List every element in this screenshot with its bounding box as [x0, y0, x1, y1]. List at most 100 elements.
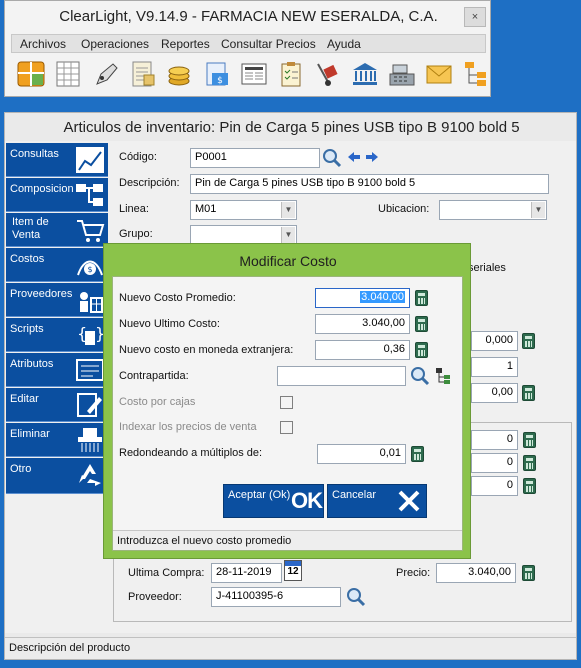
sidebar-item-costos[interactable]: Costos $ [6, 248, 108, 282]
calendar-icon[interactable]: 12 [284, 560, 302, 581]
box-field-1[interactable]: 0 [471, 430, 518, 450]
chevron-down-icon[interactable]: ▼ [281, 227, 295, 243]
cash-register-icon[interactable] [386, 58, 418, 90]
sidebar-item-proveedores[interactable]: Proveedores [6, 283, 108, 317]
grupo-select[interactable]: ▼ [190, 225, 297, 245]
ultima-compra-input[interactable]: 28-11-2019 [211, 563, 282, 583]
chevron-down-icon[interactable]: ▼ [531, 202, 545, 218]
status-text: Descripción del producto [9, 642, 131, 654]
costo-por-cajas-label: Costo por cajas [119, 396, 196, 408]
sidebar-item-editar[interactable]: Editar [6, 388, 108, 422]
cancel-button[interactable]: Cancelar [327, 484, 427, 518]
sidebar-item-label: Eliminar [10, 428, 50, 440]
box-field-2[interactable]: 0 [471, 453, 518, 473]
sidebar-item-otro[interactable]: Otro [6, 458, 108, 494]
sidebar-item-scripts[interactable]: Scripts {} [6, 318, 108, 352]
pen-icon[interactable] [90, 58, 122, 90]
menu-consultar-precios[interactable]: Consultar Precios [221, 37, 316, 51]
calculator-icon[interactable] [411, 446, 424, 462]
mail-icon[interactable] [423, 58, 455, 90]
search-icon[interactable] [321, 147, 343, 172]
app-window: ClearLight, V9.14.9 - FARMACIA NEW ESERA… [4, 0, 491, 97]
sidebar-item-label: Item de Venta [12, 216, 49, 241]
bank-icon[interactable] [349, 58, 381, 90]
right-field-1[interactable]: 0,000 [471, 331, 518, 351]
close-icon [396, 488, 422, 517]
tree-lookup-icon[interactable] [435, 367, 451, 388]
grid-icon[interactable] [52, 58, 84, 90]
spreadsheet-icon[interactable] [15, 58, 47, 90]
indexar-checkbox[interactable] [280, 421, 293, 434]
indexar-label: Indexar los precios de venta [119, 421, 257, 433]
accept-button[interactable]: Aceptar (Ok) OK [223, 484, 324, 518]
contrapartida-input[interactable] [277, 366, 406, 386]
calendar-day: 12 [287, 566, 299, 577]
newspaper-icon[interactable] [238, 58, 270, 90]
calculator-icon[interactable] [523, 455, 536, 471]
right-field-3[interactable]: 0,00 [471, 383, 518, 403]
arrow-left-icon[interactable] [347, 151, 361, 166]
dialog-status-text: Introduzca el nuevo costo promedio [117, 535, 292, 547]
coins-icon[interactable] [164, 58, 196, 90]
nuevo-costo-promedio-label: Nuevo Costo Promedio: [119, 292, 236, 304]
svg-text:$: $ [217, 76, 223, 86]
box-field-3[interactable]: 0 [471, 476, 518, 496]
right-field-2[interactable]: 1 [471, 357, 518, 377]
search-icon[interactable] [409, 365, 431, 390]
calculator-icon[interactable] [522, 565, 535, 581]
calculator-icon[interactable] [415, 290, 428, 306]
calculator-icon[interactable] [522, 385, 535, 401]
document-list-icon[interactable] [127, 58, 159, 90]
sidebar-item-consultas[interactable]: Consultas [6, 143, 108, 177]
nuevo-costo-promedio-input[interactable]: 3.040,00 [315, 288, 410, 308]
search-icon[interactable] [345, 586, 367, 611]
chevron-down-icon[interactable]: ▼ [281, 202, 295, 218]
status-bar: Descripción del producto [5, 637, 576, 659]
menu-reportes[interactable]: Reportes [161, 37, 210, 51]
precio-input[interactable]: 3.040,00 [436, 563, 516, 583]
dialog-status-bar: Introduzca el nuevo costo promedio [113, 530, 462, 550]
sidebar-item-label: Composicion [10, 183, 74, 195]
sidebar-item-eliminar[interactable]: Eliminar [6, 423, 108, 457]
linea-select[interactable]: M01 ▼ [190, 200, 297, 220]
moneda-extranjera-label: Nuevo costo en moneda extranjera: [119, 344, 294, 356]
shredder-icon [75, 426, 105, 454]
calculator-icon[interactable] [523, 478, 536, 494]
codigo-input[interactable]: P0001 [190, 148, 320, 168]
menu-archivos[interactable]: Archivos [20, 37, 66, 51]
descripcion-input[interactable]: Pin de Carga 5 pines USB tipo B 9100 bol… [190, 174, 549, 194]
calculator-icon[interactable] [415, 316, 428, 332]
recycle-icon [75, 461, 105, 489]
checklist-icon[interactable] [275, 58, 307, 90]
costo-por-cajas-checkbox[interactable] [280, 396, 293, 409]
costs-icon: $ [75, 251, 105, 279]
sidebar-item-atributos[interactable]: Atributos [6, 353, 108, 387]
calculator-icon[interactable] [522, 333, 535, 349]
ubicacion-label: Ubicacion: [378, 203, 430, 215]
calculator-icon[interactable] [415, 342, 428, 358]
sidebar-item-label: Editar [10, 393, 39, 405]
form-title: Articulos de inventario: Pin de Carga 5 … [63, 119, 520, 136]
edit-icon [75, 391, 105, 419]
menu-operaciones[interactable]: Operaciones [81, 37, 149, 51]
sidebar-item-composicion[interactable]: Composicion [6, 178, 108, 212]
sidebar-item-label: Costos [10, 253, 45, 265]
moneda-extranjera-input[interactable]: 0,36 [315, 340, 410, 360]
seriales-label: seriales [468, 262, 506, 274]
hand-truck-icon[interactable] [312, 58, 344, 90]
redondeando-input[interactable]: 0,01 [317, 444, 406, 464]
close-button[interactable]: × [464, 7, 486, 27]
ubicacion-select[interactable]: ▼ [439, 200, 547, 220]
calculator-icon[interactable] [523, 432, 536, 448]
proveedor-input[interactable]: J-41100395-6 [211, 587, 341, 607]
sidebar-item-label: Atributos [10, 358, 54, 370]
menu-ayuda[interactable]: Ayuda [327, 37, 361, 51]
arrow-right-icon[interactable] [365, 151, 379, 166]
linea-label: Linea: [119, 203, 149, 215]
nuevo-ultimo-costo-input[interactable]: 3.040,00 [315, 314, 410, 334]
toolbar: $ [11, 54, 486, 94]
invoice-icon[interactable]: $ [201, 58, 233, 90]
sidebar-item-item-de-venta[interactable]: Item de Venta [6, 213, 108, 247]
selected-text: 3.040,00 [360, 291, 405, 303]
tree-structure-icon[interactable] [460, 58, 492, 90]
